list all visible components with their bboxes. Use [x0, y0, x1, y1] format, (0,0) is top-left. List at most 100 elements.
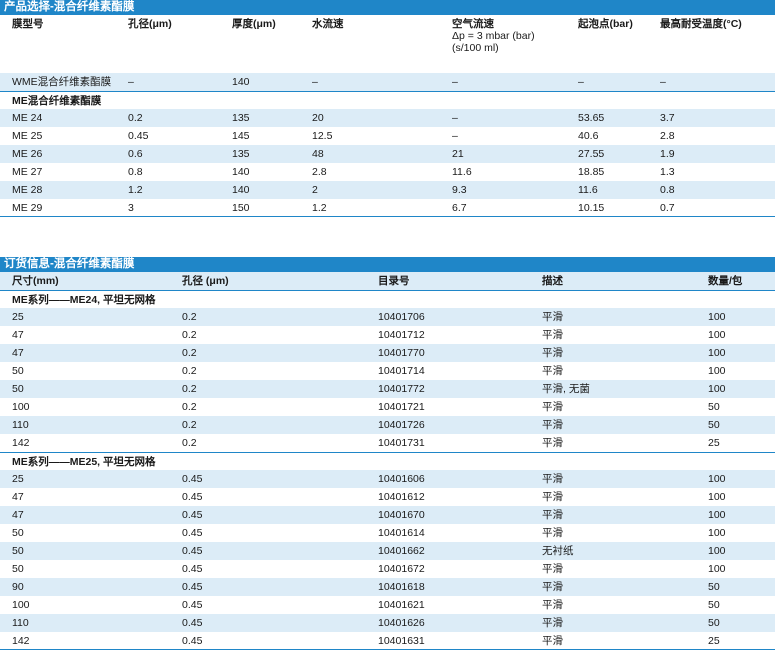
cell-catalog-number: 10401770: [378, 347, 425, 359]
cell-catalog-number: 10401626: [378, 617, 425, 629]
cell-thickness: 140: [232, 184, 250, 196]
cell-description: 平滑: [542, 599, 563, 611]
group-label: ME系列——ME25, 平坦无网格: [12, 456, 156, 468]
cell-max-temp: 2.8: [660, 130, 675, 142]
cell-description: 平滑: [542, 617, 563, 629]
cell-air-flow: 11.6: [452, 166, 472, 178]
ordering-row: 50 0.45 10401614 平滑 100: [0, 524, 775, 542]
cell-size: 90: [12, 581, 24, 593]
cell-size: 25: [12, 311, 24, 323]
me-subhead-label: ME混合纤维素酯膜: [12, 95, 102, 107]
cell-thickness: 140: [232, 76, 250, 88]
cell-quantity: 100: [708, 383, 726, 395]
cell-size: 110: [12, 419, 29, 431]
selection-row: ME 28 1.2 140 2 9.3 11.6 0.8: [0, 181, 775, 199]
cell-description: 平滑: [542, 347, 563, 359]
selection-row: ME 27 0.8 140 2.8 11.6 18.85 1.3: [0, 163, 775, 181]
ordering-row: 50 0.2 10401714 平滑 100: [0, 362, 775, 380]
cell-pore-size: 0.6: [128, 148, 143, 160]
cell-pore-size: 1.2: [128, 184, 143, 196]
cell-pore-size: 0.2: [182, 383, 197, 395]
cell-description: 平滑, 无菌: [542, 383, 590, 395]
cell-quantity: 50: [708, 581, 720, 593]
cell-catalog-number: 10401731: [378, 437, 425, 449]
cell-catalog-number: 10401712: [378, 329, 425, 341]
cell-pore-size: 0.45: [182, 491, 203, 503]
cell-catalog-number: 10401621: [378, 599, 425, 611]
cell-model: ME 29: [12, 202, 43, 214]
selection-row: ME 29 3 150 1.2 6.7 10.15 0.7: [0, 199, 775, 217]
cell-pore-size: 0.45: [182, 581, 203, 593]
cell-pore-size: 0.45: [128, 130, 149, 142]
cell-description: 平滑: [542, 329, 563, 341]
selection-row: ME 25 0.45 145 12.5 – 40.6 2.8: [0, 127, 775, 145]
cell-max-temp: 0.8: [660, 184, 675, 196]
cell-description: 平滑: [542, 473, 563, 485]
cell-air-flow: –: [452, 76, 458, 88]
cell-max-temp: 0.7: [660, 202, 675, 214]
header-pore-size: 孔径 (μm): [182, 275, 229, 287]
cell-model: ME 25: [12, 130, 43, 142]
cell-quantity: 50: [708, 617, 720, 629]
cell-quantity: 100: [708, 563, 726, 575]
header-air-flow: 空气流速 Δp = 3 mbar (bar) (s/100 ml): [452, 18, 535, 54]
ordering-row: 100 0.45 10401621 平滑 50: [0, 596, 775, 614]
cell-pore-size: 0.45: [182, 527, 203, 539]
cell-model: WME混合纤维素酯膜: [12, 76, 112, 88]
ordering-row: 90 0.45 10401618 平滑 50: [0, 578, 775, 596]
cell-pore-size: 0.45: [182, 545, 203, 557]
cell-pore-size: 0.2: [182, 329, 197, 341]
group-label: ME系列——ME24, 平坦无网格: [12, 294, 156, 306]
cell-quantity: 100: [708, 311, 726, 323]
cell-catalog-number: 10401662: [378, 545, 425, 557]
cell-thickness: 145: [232, 130, 250, 142]
cell-description: 平滑: [542, 635, 563, 647]
cell-size: 50: [12, 545, 24, 557]
cell-max-temp: 1.3: [660, 166, 675, 178]
cell-pore-size: 0.45: [182, 599, 203, 611]
cell-quantity: 25: [708, 437, 720, 449]
ordering-header-row: 尺寸(mm) 孔径 (μm) 目录号 描述 数量/包: [0, 272, 775, 290]
ordering-row: 100 0.2 10401721 平滑 50: [0, 398, 775, 416]
cell-pore-size: 0.2: [128, 112, 143, 124]
product-selection-section: 产品选择-混合纤维素酯膜 膜型号 孔径(μm) 厚度(μm) 水流速 空气流速 Δp = …: [0, 0, 775, 217]
cell-quantity: 100: [708, 329, 726, 341]
ordering-row: 110 0.45 10401626 平滑 50: [0, 614, 775, 632]
cell-quantity: 50: [708, 599, 720, 611]
cell-catalog-number: 10401606: [378, 473, 425, 485]
cell-catalog-number: 10401614: [378, 527, 425, 539]
cell-quantity: 25: [708, 635, 720, 647]
header-quantity: 数量/包: [708, 275, 743, 287]
cell-bubble-point: 18.85: [578, 166, 605, 178]
cell-description: 无衬纸: [542, 545, 574, 557]
cell-quantity: 100: [708, 473, 726, 485]
cell-catalog-number: 10401670: [378, 509, 425, 521]
cell-catalog-number: 10401612: [378, 491, 425, 503]
cell-pore-size: 0.45: [182, 635, 203, 647]
cell-quantity: 100: [708, 509, 726, 521]
cell-bubble-point: 27.55: [578, 148, 605, 160]
cell-description: 平滑: [542, 311, 563, 323]
cell-quantity: 100: [708, 491, 726, 503]
ordering-row: 47 0.45 10401670 平滑 100: [0, 506, 775, 524]
ordering-group-label: ME系列——ME25, 平坦无网格: [0, 452, 775, 470]
cell-pore-size: 0.2: [182, 401, 197, 413]
cell-catalog-number: 10401672: [378, 563, 425, 575]
header-thickness: 厚度(μm): [232, 18, 276, 30]
cell-air-flow: –: [452, 112, 458, 124]
cell-quantity: 100: [708, 347, 726, 359]
cell-air-flow: 6.7: [452, 202, 467, 214]
cell-size: 50: [12, 365, 24, 377]
cell-air-flow: 21: [452, 148, 464, 160]
cell-model: ME 28: [12, 184, 43, 196]
cell-description: 平滑: [542, 419, 563, 431]
ordering-row: 50 0.45 10401662 无衬纸 100: [0, 542, 775, 560]
cell-pore-size: 0.45: [182, 617, 203, 629]
cell-catalog-number: 10401726: [378, 419, 425, 431]
ordering-row: 142 0.45 10401631 平滑 25: [0, 632, 775, 650]
cell-description: 平滑: [542, 509, 563, 521]
cell-size: 47: [12, 509, 24, 521]
cell-size: 142: [12, 437, 30, 449]
ordering-info-section: 订货信息-混合纤维素酯膜 尺寸(mm) 孔径 (μm) 目录号 描述 数量/包 ME系列—…: [0, 257, 775, 650]
ordering-row: 47 0.45 10401612 平滑 100: [0, 488, 775, 506]
